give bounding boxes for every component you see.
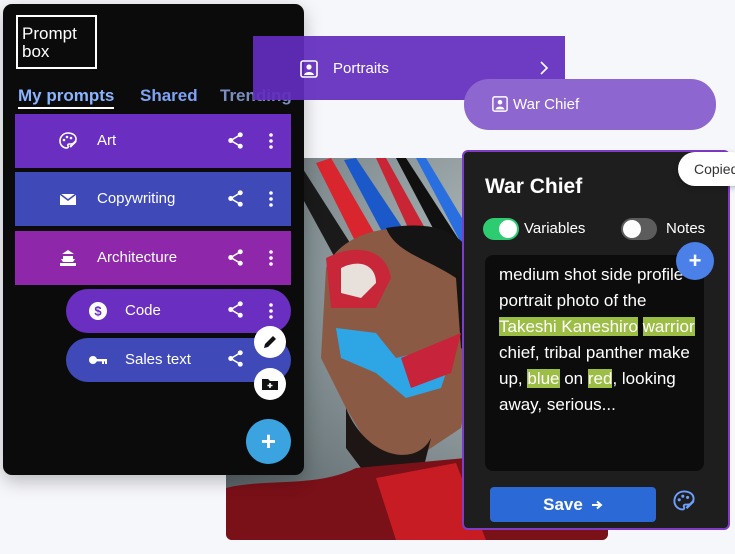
folder-label: Copywriting [97, 190, 176, 207]
save-button[interactable]: Save [490, 487, 656, 522]
folder-plus-icon [262, 379, 278, 390]
portrait-icon [300, 60, 318, 78]
more-options-icon[interactable] [267, 191, 275, 207]
prompt-editor-card: War Chief Variables Notes medium shot si… [462, 150, 730, 530]
pencil-icon [264, 336, 276, 348]
prompt-label: Sales text [125, 351, 191, 368]
tab-shared[interactable]: Shared [140, 86, 198, 106]
prompt-item-code[interactable]: $ Code [66, 289, 291, 333]
dragged-prompt-war-chief[interactable]: War Chief [464, 79, 716, 130]
save-label: Save [543, 494, 583, 514]
palette-icon[interactable] [672, 489, 696, 513]
app-logo: Prompt box [16, 15, 97, 69]
drag-label: Portraits [333, 60, 389, 77]
variable-highlight[interactable]: warrior [642, 317, 695, 336]
arrow-right-icon [591, 500, 603, 509]
folder-row-copywriting[interactable]: Copywriting [15, 172, 291, 226]
drag-label: War Chief [513, 96, 580, 113]
share-icon[interactable] [226, 248, 245, 267]
svg-text:$: $ [94, 304, 102, 319]
plus-icon: + [260, 426, 277, 456]
more-options-icon[interactable] [267, 250, 275, 266]
folder-row-art[interactable]: Art [15, 114, 291, 168]
prompt-text-area[interactable]: medium shot side profile portrait photo … [485, 255, 704, 471]
new-folder-button[interactable] [254, 368, 286, 400]
prompt-text: on [559, 369, 588, 388]
variables-toggle[interactable] [483, 218, 519, 240]
more-options-icon[interactable] [267, 303, 275, 319]
variables-label: Variables [524, 220, 586, 237]
chevron-right-icon [540, 61, 549, 75]
portrait-icon [492, 96, 508, 112]
variable-highlight[interactable]: Takeshi Kaneshiro [499, 317, 638, 336]
variable-highlight[interactable]: blue [527, 369, 560, 388]
copied-toast: Copied [678, 152, 735, 186]
plus-icon: + [688, 248, 702, 273]
share-icon[interactable] [226, 131, 245, 150]
more-options-icon[interactable] [267, 133, 275, 149]
variable-highlight[interactable]: red [587, 369, 613, 388]
folder-label: Architecture [97, 249, 178, 266]
edit-button[interactable] [254, 326, 286, 358]
share-icon[interactable] [226, 349, 245, 368]
prompt-title: War Chief [485, 175, 583, 198]
prompt-label: Code [125, 302, 161, 319]
palette-icon [59, 132, 77, 149]
folder-row-architecture[interactable]: Architecture [15, 231, 291, 285]
folder-label: Art [97, 132, 117, 149]
notes-label: Notes [666, 220, 706, 237]
notes-toggle[interactable] [621, 218, 657, 240]
prompt-text: medium shot side profile portrait photo … [499, 265, 684, 310]
tab-my-prompts[interactable]: My prompts [18, 86, 115, 109]
envelope-icon [59, 193, 77, 205]
building-icon [60, 250, 76, 266]
share-icon[interactable] [226, 300, 245, 319]
add-variable-button[interactable]: + [676, 242, 714, 280]
add-prompt-button[interactable]: + [246, 419, 291, 464]
key-icon [89, 356, 107, 364]
share-icon[interactable] [226, 189, 245, 208]
dollar-icon: $ [89, 302, 107, 320]
